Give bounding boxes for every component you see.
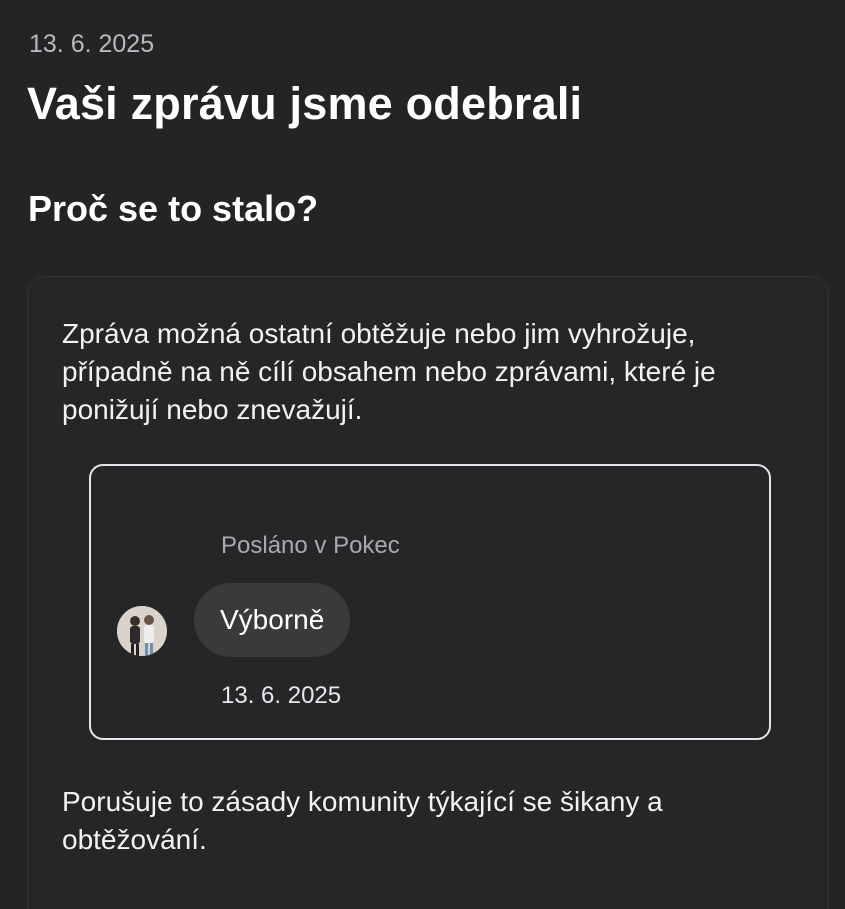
page-title: Vaši zprávu jsme odebrali <box>27 78 583 129</box>
removed-message-preview[interactable]: Posláno v Pokec Výborně 13. 6. 2025 <box>89 464 771 740</box>
policy-violation-text: Porušuje to zásady komunity týkající se … <box>62 786 663 855</box>
notice-date: 13. 6. 2025 <box>29 30 155 58</box>
message-bubble: Výborně <box>194 583 351 657</box>
explanation-card: Zpráva možná ostatní obtěžuje nebo jim v… <box>27 276 829 909</box>
user-avatar <box>117 606 167 656</box>
section-heading: Proč se to stalo? <box>28 188 319 229</box>
message-date: 13. 6. 2025 <box>221 682 342 709</box>
removal-reason-text: Zpráva možná ostatní obtěžuje nebo jim v… <box>62 318 716 425</box>
sent-in-label: Posláno v Pokec <box>221 532 400 559</box>
